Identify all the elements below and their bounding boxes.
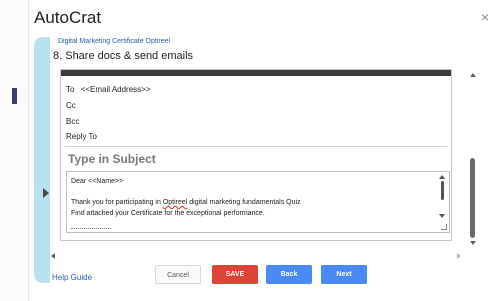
body-line-1: Thank you for participating in Optireel … [71, 199, 301, 206]
back-button[interactable]: Back [266, 265, 312, 284]
help-guide-link[interactable]: Help Guide [52, 273, 92, 282]
save-button[interactable]: SAVE [212, 265, 258, 284]
email-body-textarea[interactable]: Dear <<Name>> Thank you for participatin… [66, 171, 450, 233]
reply-to-field[interactable]: Reply To [66, 132, 97, 141]
scroll-left-arrow-icon[interactable] [51, 253, 55, 259]
to-label: To [66, 85, 75, 94]
dialog-title: AutoCrat [34, 8, 102, 27]
editor-toolbar [61, 70, 451, 76]
body-scrollbar-thumb[interactable] [441, 181, 444, 200]
field-divider [65, 146, 447, 147]
autocrat-dialog: AutoCrat × Digital Marketing Certificate… [28, 0, 500, 301]
body-scroll-down-icon[interactable] [439, 214, 445, 218]
body-greeting: Dear <<Name>> [71, 178, 124, 185]
body-overflow-text [71, 228, 111, 232]
misspelled-word: Optireel [162, 199, 188, 206]
next-button[interactable]: Next [321, 265, 367, 284]
background-marker [12, 88, 17, 104]
bcc-field[interactable]: Bcc [66, 117, 79, 126]
side-step-tab[interactable] [34, 37, 50, 283]
cancel-button[interactable]: Cancel [155, 265, 201, 284]
email-panel: To <<Email Address>> Cc Bcc Reply To Typ… [60, 69, 452, 241]
to-value[interactable]: <<Email Address>> [81, 85, 151, 94]
body-line-2: Find attached your Certificate for the e… [71, 210, 265, 217]
scroll-right-arrow-icon[interactable] [457, 253, 461, 259]
subject-input[interactable]: Type in Subject [68, 152, 156, 166]
cc-field[interactable]: Cc [66, 101, 76, 110]
body-scroll-up-icon[interactable] [439, 175, 445, 179]
step-title: 8. Share docs & send emails [53, 50, 194, 62]
resize-handle-icon[interactable] [441, 224, 447, 230]
scroll-up-arrow-icon[interactable] [470, 73, 476, 77]
expand-arrow-icon[interactable] [43, 188, 49, 198]
to-field[interactable]: To <<Email Address>> [66, 85, 151, 94]
breadcrumb[interactable]: Digital Marketing Certificate Optireel [58, 38, 170, 45]
scroll-down-arrow-icon[interactable] [470, 241, 476, 245]
close-icon[interactable]: × [481, 9, 489, 25]
vertical-scrollbar-thumb[interactable] [470, 158, 475, 238]
